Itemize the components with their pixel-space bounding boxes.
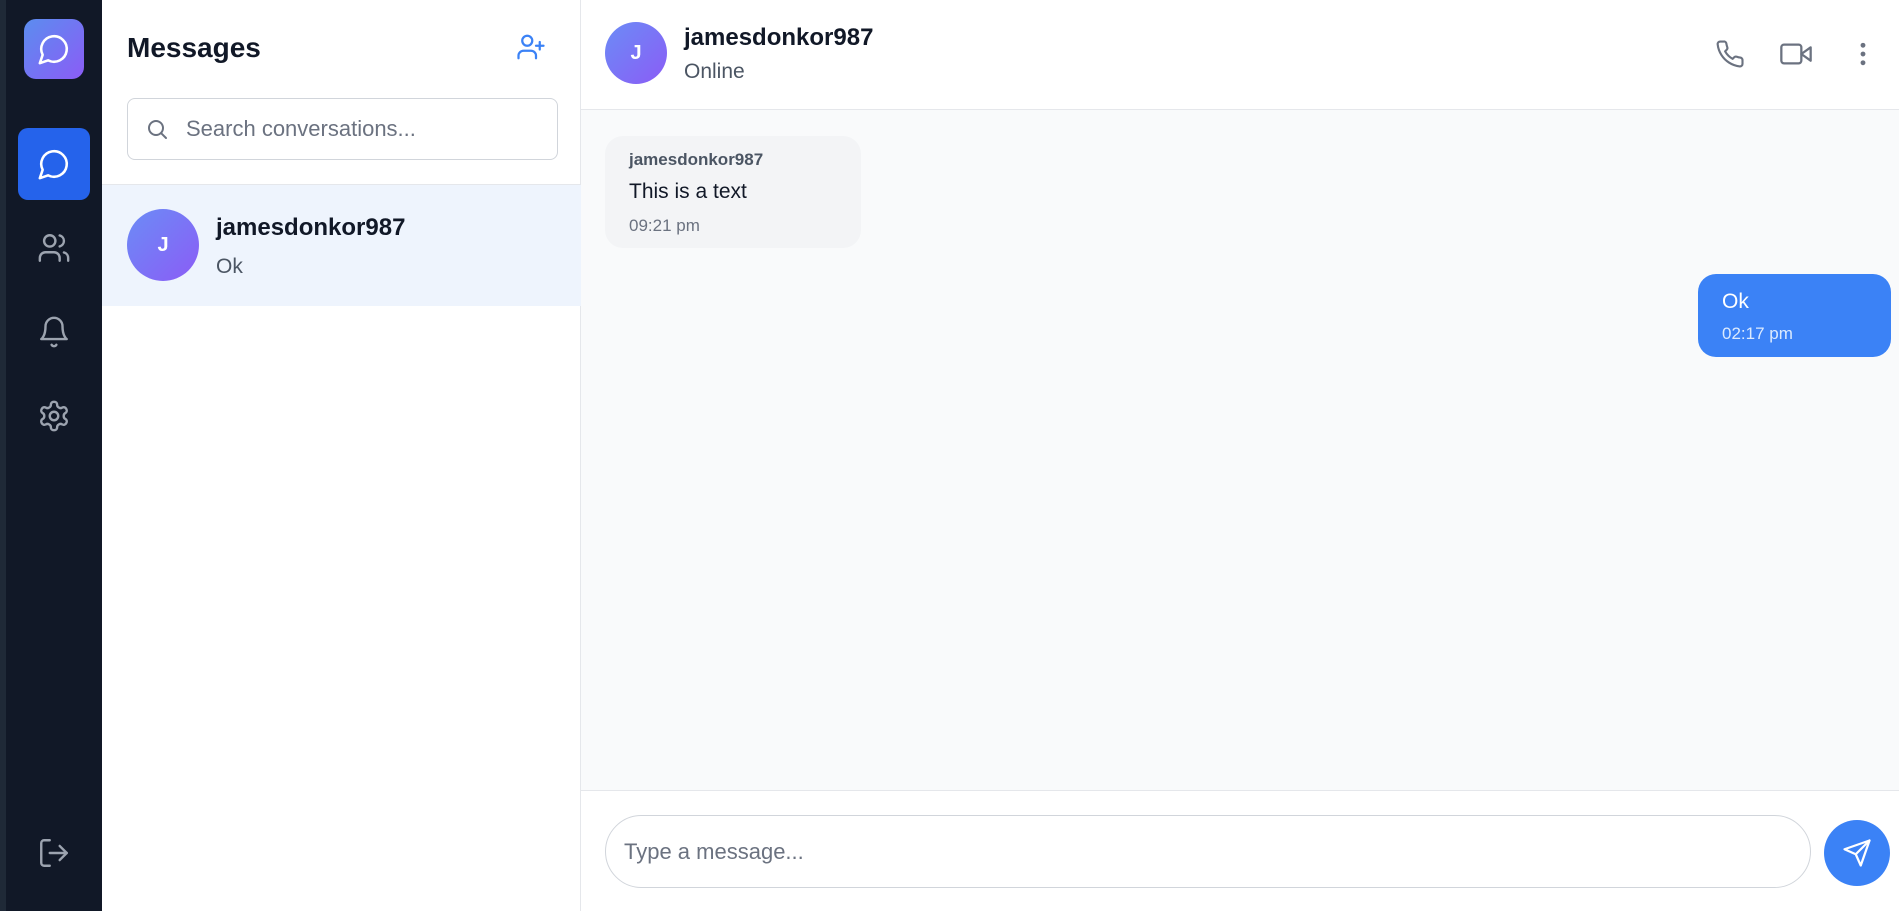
message-time: 02:17 pm (1722, 324, 1793, 343)
chat-bubble-icon (38, 149, 69, 180)
chat-bubble-icon (38, 34, 69, 65)
more-options-button[interactable] (1843, 34, 1883, 74)
contact-avatar: J (605, 22, 667, 84)
chat-app: Messages J jamesdonkor987 Ok J jamesdonk… (0, 0, 1899, 911)
search-box (127, 98, 558, 160)
send-button[interactable] (1824, 820, 1890, 886)
avatar: J (127, 209, 199, 281)
search-icon (128, 117, 186, 141)
more-vertical-icon (1860, 42, 1866, 66)
outgoing-message: Ok 02:17 pm (1698, 274, 1891, 357)
chat-area: J jamesdonkor987 Online jamesdonkor987 T… (581, 0, 1899, 911)
message-text: Ok (1722, 290, 1749, 313)
conversation-name: jamesdonkor987 (216, 214, 406, 241)
message-time: 09:21 pm (629, 216, 700, 235)
conversation-preview: Ok (216, 255, 243, 278)
logout-icon (40, 839, 68, 867)
video-icon (1780, 43, 1812, 65)
sidebar-item-settings[interactable] (18, 380, 90, 452)
message-input[interactable] (605, 815, 1811, 888)
contact-status: Online (684, 60, 745, 83)
logout-button[interactable] (18, 817, 90, 889)
send-icon (1843, 839, 1871, 867)
conversation-list-panel: Messages J jamesdonkor987 Ok (102, 0, 581, 911)
icon-rail (6, 0, 102, 911)
video-call-button[interactable] (1776, 34, 1816, 74)
message-text: This is a text (629, 180, 747, 203)
sidebar-item-contacts[interactable] (18, 212, 90, 284)
bell-icon (40, 316, 68, 348)
sidebar-item-messages[interactable] (18, 128, 90, 200)
page-title: Messages (127, 32, 261, 63)
app-logo (24, 19, 84, 79)
incoming-message: jamesdonkor987 This is a text 09:21 pm (605, 136, 861, 248)
chat-header: J jamesdonkor987 Online (581, 0, 1899, 110)
conversation-item[interactable]: J jamesdonkor987 Ok (102, 185, 581, 306)
users-icon (38, 234, 70, 262)
message-composer (581, 790, 1899, 911)
gear-icon (40, 400, 68, 432)
message-sender: jamesdonkor987 (629, 150, 764, 169)
voice-call-button[interactable] (1710, 34, 1750, 74)
sidebar-item-notifications[interactable] (18, 296, 90, 368)
contact-name: jamesdonkor987 (684, 24, 874, 51)
add-contact-button[interactable] (514, 30, 548, 64)
search-input[interactable] (186, 116, 546, 142)
user-plus-icon (517, 34, 545, 60)
phone-icon (1716, 40, 1744, 68)
